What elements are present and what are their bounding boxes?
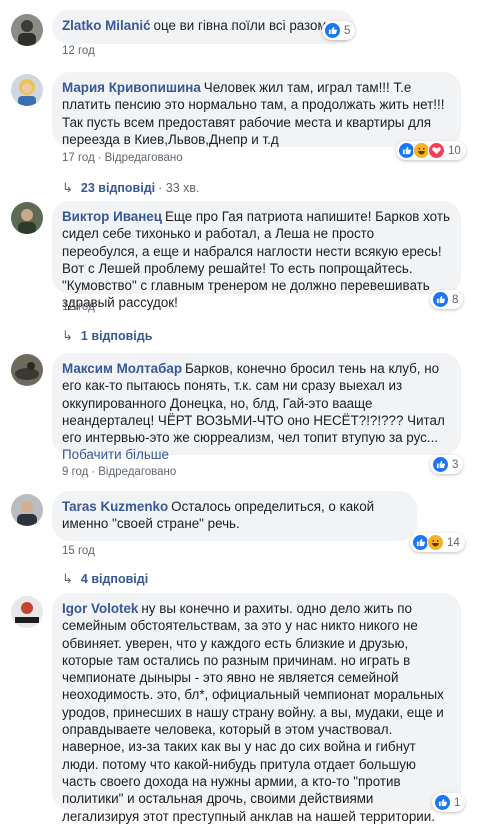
reply-arrow-icon: ↳ <box>62 328 73 343</box>
comment-meta: 17 год · Відредаговано <box>62 152 183 164</box>
view-replies-link[interactable]: ↳ 1 відповідь <box>62 328 152 344</box>
reaction-count: 1 <box>454 796 461 809</box>
comment-meta: 15 год <box>62 545 95 557</box>
reaction-count: 14 <box>447 536 460 549</box>
edited-label[interactable]: Відредаговано <box>98 466 176 478</box>
comment-author[interactable]: Taras Kuzmenko <box>62 499 168 514</box>
comment-author[interactable]: Zlatko Milanić <box>62 18 151 33</box>
see-more-link[interactable]: Побачити більше <box>62 447 169 462</box>
thumbs-up-icon <box>324 22 341 39</box>
view-replies-link[interactable]: ↳ 23 відповіді · 33 хв. <box>62 180 200 196</box>
reply-arrow-icon: ↳ <box>62 180 73 195</box>
comment-meta: 9 год · Відредаговано <box>62 466 177 478</box>
thumbs-up-icon <box>434 794 451 811</box>
reaction-count: 8 <box>452 293 459 306</box>
comment-bubble: Мария Кривопишина Человек жил там, играл … <box>52 72 461 147</box>
reactions-summary[interactable]: 5 <box>322 21 356 40</box>
reaction-count: 3 <box>452 458 459 471</box>
laughing-face-icon <box>427 534 444 551</box>
edited-label[interactable]: Відредаговано <box>105 152 183 164</box>
reply-arrow-icon: ↳ <box>62 571 73 586</box>
comment-time[interactable]: 17 год <box>62 152 95 164</box>
comment-bubble: Zlatko Milanić оце ви гівна поїли всі раз… <box>52 10 355 44</box>
comment-time[interactable]: 12 год <box>62 45 95 57</box>
comment-bubble: Виктор Иванец Еще про Гая патриота напиши… <box>52 201 461 310</box>
reaction-count: 5 <box>344 24 351 37</box>
replies-time: 33 хв. <box>165 181 200 195</box>
thumbs-up-icon <box>432 456 449 473</box>
comment-author[interactable]: Igor Volotek <box>62 601 138 616</box>
reactions-summary[interactable]: 1 <box>432 793 466 812</box>
comment-author[interactable]: Виктор Иванец <box>62 209 162 224</box>
comment-text: оце ви гівна поїли всі разом <box>153 18 327 33</box>
replies-count[interactable]: 1 відповідь <box>81 329 152 343</box>
avatar[interactable] <box>11 74 43 106</box>
comment-author[interactable]: Мария Кривопишина <box>62 80 201 95</box>
reactions-summary[interactable]: 10 <box>396 141 466 160</box>
comment-text: ну вы конечно и рахиты. одно дело жить п… <box>62 601 444 824</box>
avatar[interactable] <box>11 354 43 386</box>
comment-meta: 12 год <box>62 45 95 57</box>
comment-text: Еще про Гая патриота напишите! Барков хо… <box>62 209 450 311</box>
reactions-summary[interactable]: 14 <box>410 533 465 552</box>
heart-icon <box>428 142 445 159</box>
reactions-summary[interactable]: 3 <box>430 455 464 474</box>
thumbs-up-icon <box>432 291 449 308</box>
avatar[interactable] <box>11 202 43 234</box>
comment-author[interactable]: Максим Молтабар <box>62 361 182 376</box>
comment-time[interactable]: 12 год <box>62 301 95 313</box>
replies-count[interactable]: 4 відповіді <box>81 572 148 586</box>
reaction-count: 10 <box>448 144 461 157</box>
reactions-summary[interactable]: 8 <box>430 290 464 309</box>
comment-bubble: Максим Молтабар Барков, конечно бросил те… <box>52 353 461 462</box>
comment-bubble: Igor Volotek ну вы конечно и рахиты. одно… <box>52 593 461 824</box>
avatar[interactable] <box>11 596 43 628</box>
comments-thread: Zlatko Milanić оце ви гівна поїли всі раз… <box>0 0 479 824</box>
avatar[interactable] <box>11 494 43 526</box>
replies-count[interactable]: 23 відповіді <box>81 181 155 195</box>
avatar[interactable] <box>11 14 43 46</box>
view-replies-link[interactable]: ↳ 4 відповіді <box>62 571 148 587</box>
comment-bubble: Taras Kuzmenko Осталось определиться, о к… <box>52 491 417 541</box>
comment-time[interactable]: 9 год <box>62 466 88 478</box>
comment-meta: 12 год <box>62 301 95 313</box>
comment-time[interactable]: 15 год <box>62 545 95 557</box>
